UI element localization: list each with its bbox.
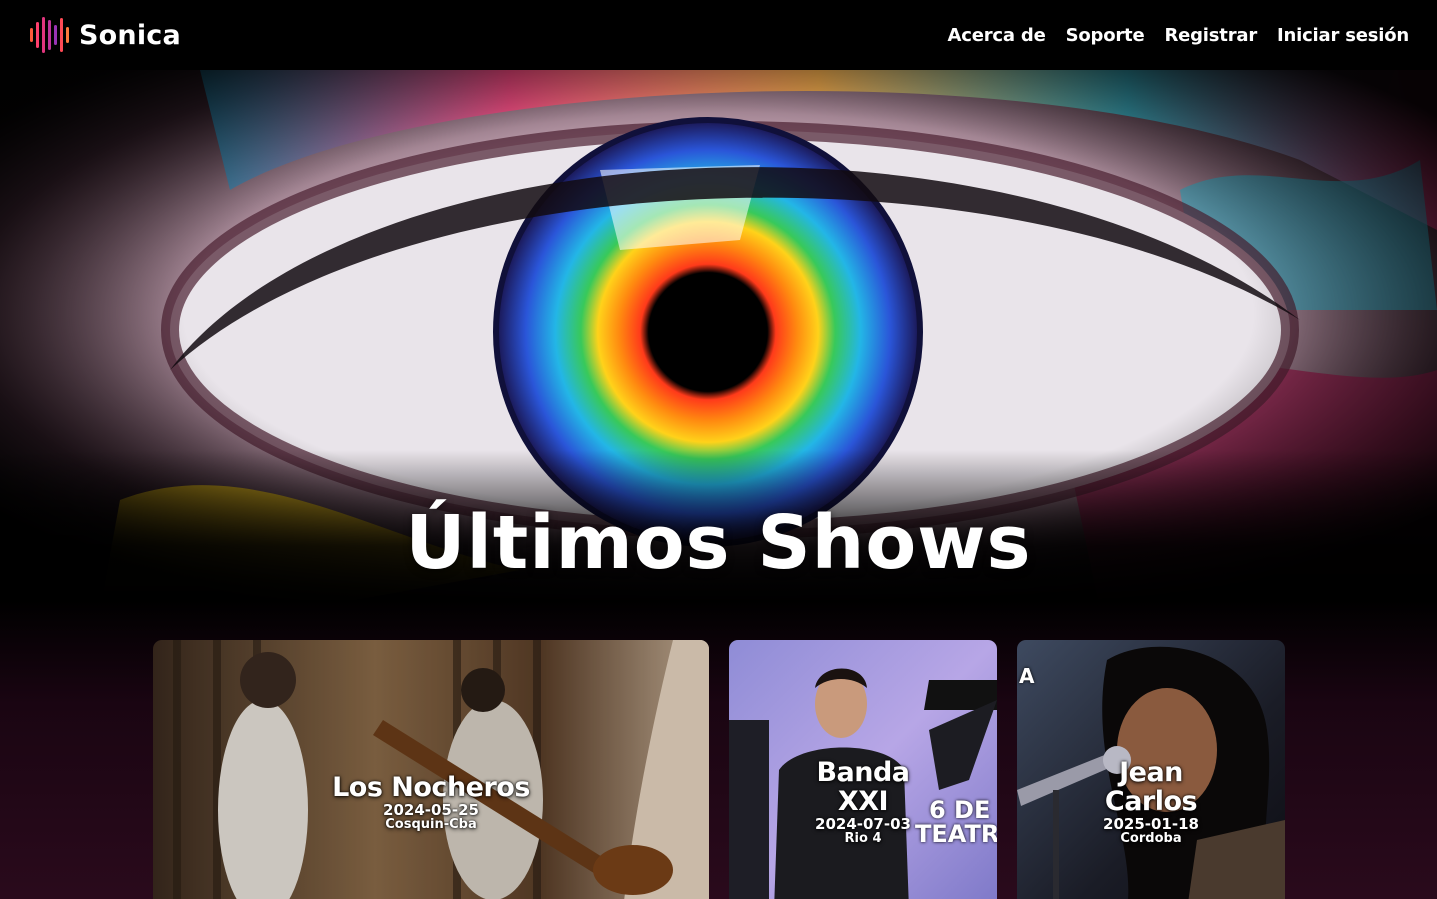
show-card-los-nocheros[interactable]: Los Nocheros 2024-05-25 Cosquin-Cba [153,640,709,899]
logo-bar [60,18,63,52]
nav-register-link[interactable]: Registrar [1164,25,1257,46]
show-card-info: Los Nocheros 2024-05-25 Cosquin-Cba [153,773,709,832]
show-place: Cordoba [1120,831,1182,846]
brand-home-link[interactable]: Sonica [30,17,181,53]
hero-title: Últimos Shows [405,500,1032,586]
logo-bar [36,22,39,48]
show-name: Jean Carlos [1104,757,1198,817]
nav-about-link[interactable]: Acerca de [948,25,1046,46]
logo-bar [54,25,57,45]
show-card-info: Banda XXI 2024-07-03 Rio 4 [729,758,997,846]
show-name: Los Nocheros [332,772,530,803]
logo-bar [48,20,51,50]
poster-letter: A [1019,664,1035,688]
sound-wave-logo-icon [30,17,69,53]
nav-login-link[interactable]: Iniciar sesión [1277,25,1409,46]
latest-shows-section: Los Nocheros 2024-05-25 Cosquin-Cba 6 DE… [0,600,1437,899]
show-card-jean-carlos[interactable]: A Jean Carlos 2025-01-18 Cordoba [1017,640,1285,899]
show-date: 2025-01-18 [1103,815,1199,833]
show-place: Cosquin-Cba [385,817,477,832]
logo-bar [42,17,45,53]
nav-support-link[interactable]: Soporte [1066,25,1145,46]
show-card-info: Jean Carlos 2025-01-18 Cordoba [1017,758,1285,846]
show-date: 2024-05-25 [383,801,479,819]
show-place: Rio 4 [844,831,882,846]
card-shade [153,640,709,899]
hero-banner: Últimos Shows [0,70,1437,610]
show-name: Banda XXI [816,757,910,817]
show-date: 2024-07-03 [815,815,911,833]
logo-bar [30,28,33,42]
show-card-banda-xxi[interactable]: 6 DE TEATR Banda XXI 2024-07-03 Rio 4 [729,640,997,899]
main-nav: Acerca de Soporte Registrar Iniciar sesi… [948,25,1410,46]
top-navbar: Sonica Acerca de Soporte Registrar Inici… [0,0,1437,70]
logo-bar [66,27,69,43]
brand-name: Sonica [79,19,181,51]
